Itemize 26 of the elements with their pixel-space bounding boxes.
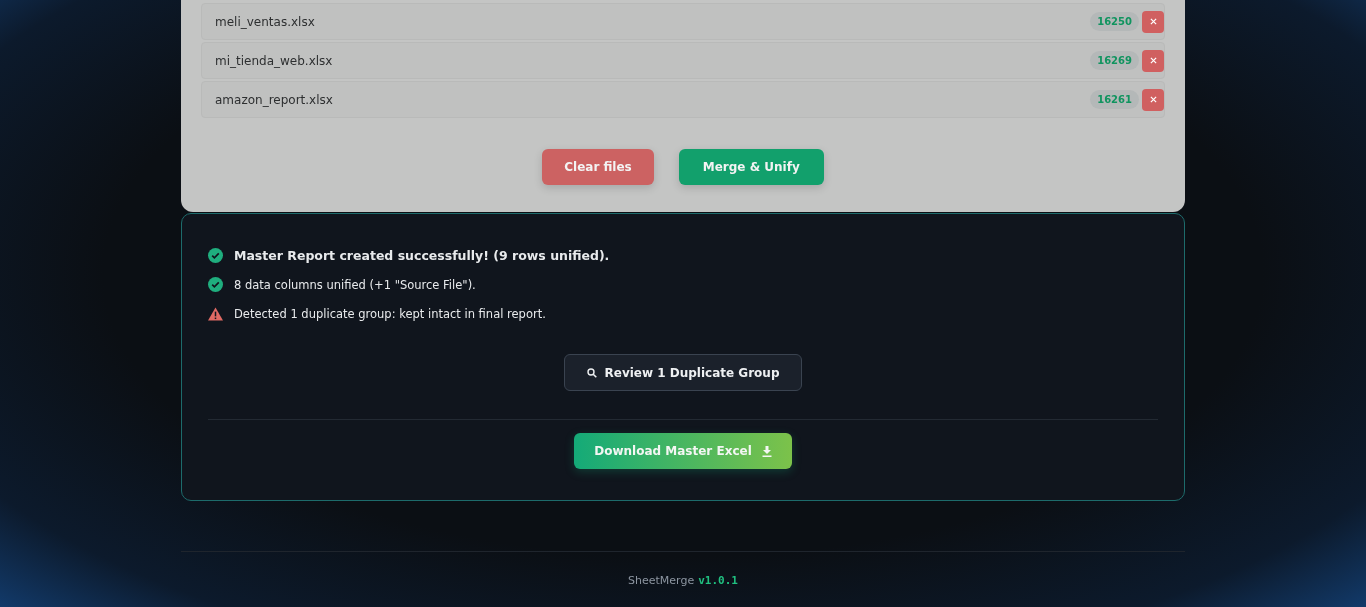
row-count-badge: 16269	[1090, 51, 1139, 70]
remove-file-button[interactable]	[1142, 88, 1164, 111]
close-icon	[1149, 57, 1157, 64]
file-name: meli_ventas.xlsx	[215, 14, 316, 29]
check-circle-icon	[208, 277, 223, 292]
download-button[interactable]: Download Master Excel	[574, 433, 792, 469]
warning-icon	[208, 306, 223, 321]
file-name: mi_tienda_web.xlsx	[215, 53, 334, 68]
review-duplicates-button[interactable]: Review 1 Duplicate Group	[563, 354, 803, 391]
version-label: v1.0.1	[698, 574, 738, 587]
app-name: SheetMerge	[628, 574, 695, 587]
close-icon	[1149, 96, 1157, 103]
search-icon	[586, 367, 597, 378]
check-circle-icon	[208, 248, 223, 263]
remove-file-button[interactable]	[1142, 10, 1164, 33]
download-icon	[761, 445, 772, 457]
status-message: Detected 1 duplicate group: kept intact in final report.	[234, 306, 546, 321]
close-icon	[1149, 18, 1157, 25]
status-message: Master Report created successfully! (9 rows unified).	[234, 248, 610, 263]
row-count-badge: 16250	[1090, 12, 1139, 31]
status-message: 8 data columns unified (+1 "Source File").	[234, 277, 476, 292]
remove-file-button[interactable]	[1142, 49, 1164, 72]
row-count-badge: 16261	[1090, 90, 1139, 109]
clear-files-button[interactable]: Clear files	[542, 149, 654, 185]
merge-button[interactable]: Merge & Unify	[678, 149, 824, 185]
file-name: amazon_report.xlsx	[215, 92, 334, 107]
